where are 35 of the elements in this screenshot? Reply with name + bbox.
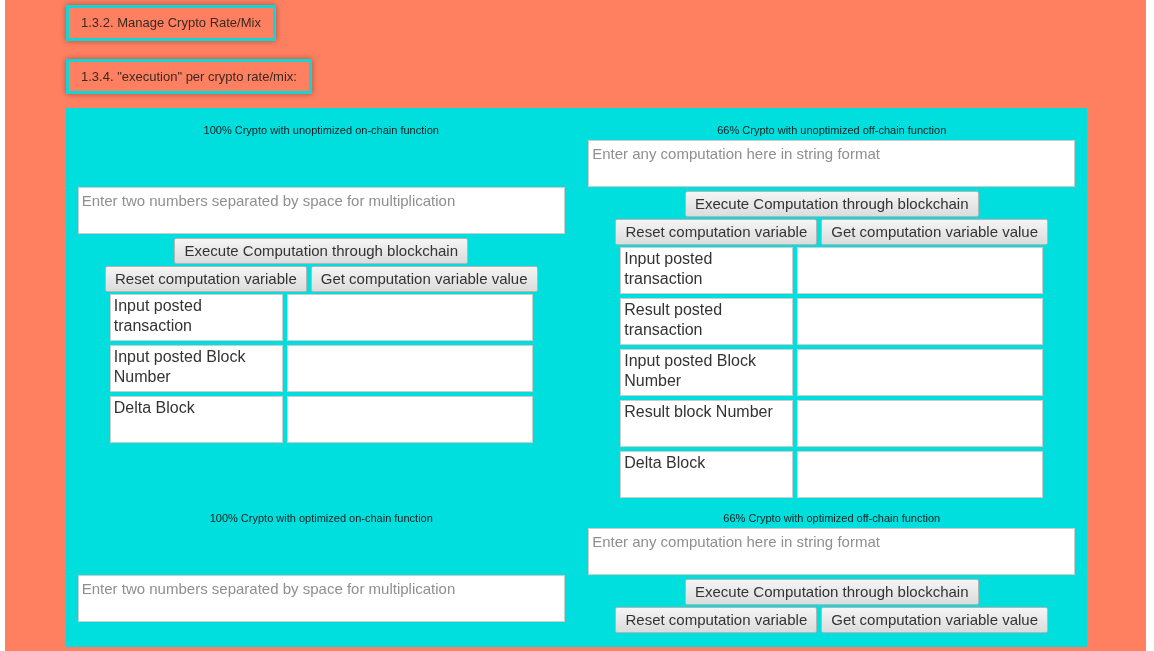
execute-button[interactable]: Execute Computation through blockchain (685, 579, 979, 605)
field-label: Delta Block (109, 396, 283, 443)
execute-button[interactable]: Execute Computation through blockchain (174, 238, 468, 264)
execute-button[interactable]: Execute Computation through blockchain (685, 191, 979, 217)
field-label: Result posted transaction (620, 298, 794, 345)
section-title: 100% Crypto with optimized on-chain function (209, 512, 433, 525)
value-field[interactable] (797, 451, 1044, 498)
value-field[interactable] (797, 349, 1044, 396)
section-title: 66% Crypto with optimized off-chain function (723, 512, 941, 525)
value-field[interactable] (797, 400, 1044, 447)
value-field[interactable] (797, 247, 1044, 294)
action-button[interactable]: Get computation variable value (821, 219, 1049, 245)
field-label: Input posted Block Number (620, 349, 794, 396)
field-label: Result block Number (620, 400, 794, 447)
value-field[interactable] (286, 345, 533, 392)
field-label: Delta Block (620, 451, 794, 498)
field-label: Input posted transaction (109, 294, 283, 341)
input-field[interactable]: Enter two numbers separated by space for multiplication (77, 575, 565, 622)
field-label: Input posted Block Number (109, 345, 283, 392)
section-title: 66% Crypto with unoptimized off-chain function (717, 124, 947, 137)
input-field[interactable]: Enter two numbers separated by space for multiplication (77, 187, 565, 234)
field-label: Input posted transaction (620, 247, 794, 294)
section-heading: 1.3.4. "execution" per crypto rate/mix: (66, 58, 312, 94)
section-heading: 1.3.2. Manage Crypto Rate/Mix (66, 5, 276, 41)
value-field[interactable] (286, 294, 533, 341)
value-field[interactable] (797, 298, 1044, 345)
input-field[interactable]: Enter any computation here in string format (588, 528, 1076, 575)
action-button[interactable]: Get computation variable value (821, 607, 1049, 633)
action-button[interactable]: Reset computation variable (615, 607, 818, 633)
section-title: 100% Crypto with unoptimized on-chain function (203, 124, 439, 137)
action-button[interactable]: Reset computation variable (615, 219, 818, 245)
action-button[interactable]: Get computation variable value (310, 266, 538, 292)
input-field[interactable]: Enter any computation here in string format (588, 140, 1076, 187)
action-button[interactable]: Reset computation variable (104, 266, 307, 292)
value-field[interactable] (286, 396, 533, 443)
